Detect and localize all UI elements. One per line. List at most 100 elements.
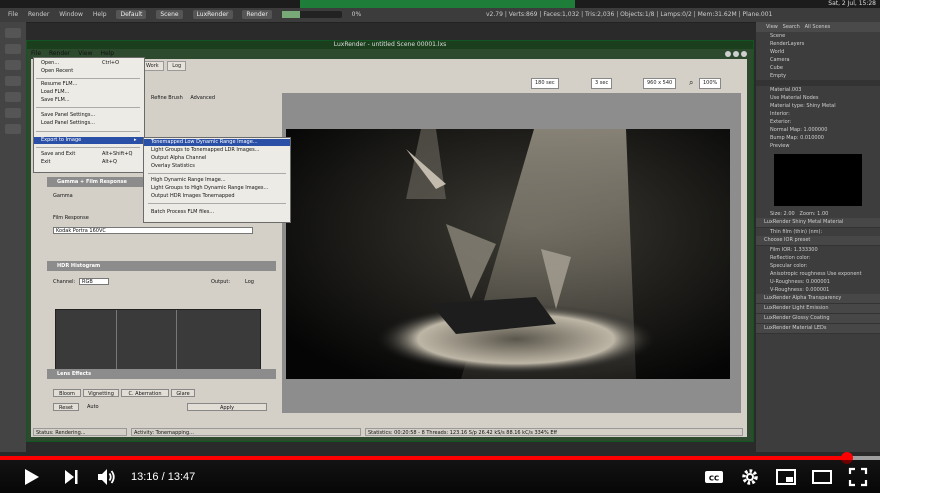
bump-map-field[interactable]: Bump Map: 0.010000 [756, 134, 880, 142]
ior-preset-button[interactable]: Choose IOR preset [756, 236, 880, 246]
outliner-item[interactable]: Scene [756, 32, 880, 40]
material-slot-name[interactable]: Material.003 [756, 86, 880, 94]
shiny-metal-panel-header[interactable]: LuxRender Shiny Metal Material [756, 218, 880, 228]
lux-panel-alpha[interactable]: LuxRender Alpha Transparency [756, 294, 880, 304]
volume-button[interactable] [95, 466, 117, 488]
film-ior-field[interactable]: Film IOR: 1.333300 [756, 246, 880, 254]
submenu-item-tonemapped-ldr[interactable]: Tonemapped Low Dynamic Range Image... [144, 139, 290, 146]
preview-label: Preview [770, 143, 790, 149]
lens-tab-vignetting[interactable]: Vignetting [83, 389, 119, 397]
outliner-item[interactable]: Empty [756, 72, 880, 80]
time-display: 13:16 / 13:47 [131, 460, 195, 493]
lens-tab-aberration[interactable]: C. Aberration [121, 389, 169, 397]
blender-menu-render[interactable]: Render [28, 11, 49, 18]
submenu-item-batch-process[interactable]: Batch Process FLM files... [144, 209, 290, 216]
fullscreen-button[interactable] [847, 466, 869, 488]
lux-panel-light-emission[interactable]: LuxRender Light Emission [756, 304, 880, 314]
menu-item-exit[interactable]: Exit Alt+Q [34, 159, 144, 166]
render-field[interactable]: Render [242, 10, 272, 19]
anisotropic-toggle[interactable]: Anisotropic roughness Use exponent [756, 270, 880, 278]
maximize-icon[interactable] [733, 51, 739, 57]
blender-menu-help[interactable]: Help [93, 11, 107, 18]
outliner-item[interactable]: World [756, 48, 880, 56]
menu-item-load-panel-settings[interactable]: Load Panel Settings... [34, 120, 144, 127]
render-progress-text: 0% [351, 11, 362, 18]
play-button[interactable] [20, 466, 42, 488]
menu-item-open[interactable]: Open... Ctrl+O [34, 60, 144, 67]
submenu-item-lightgroups-ldr[interactable]: Light Groups to Tonemapped LDR Images... [144, 147, 290, 154]
preview-size-zoom[interactable]: Size: 2.00 Zoom: 1.00 [756, 210, 880, 218]
lux-menu-view[interactable]: View [78, 50, 92, 57]
advanced-tab[interactable]: Advanced [190, 95, 215, 101]
submenu-item-alpha-channel[interactable]: Output Alpha Channel [144, 155, 290, 162]
lux-menu-render[interactable]: Render [49, 50, 70, 57]
channel-select[interactable]: RGB [79, 278, 109, 285]
outliner-item[interactable]: Cube [756, 64, 880, 72]
lens-tab-bloom[interactable]: Bloom [53, 389, 81, 397]
file-menu: Open... Ctrl+O Open Recent Resume FLM... … [33, 57, 145, 173]
apply-button[interactable]: Apply [187, 403, 267, 411]
menu-item-save-flm[interactable]: Save FLM... [34, 97, 144, 104]
time-separator: / [161, 471, 165, 483]
minimize-icon[interactable] [725, 51, 731, 57]
v-roughness-field[interactable]: V-Roughness: 0.000001 [756, 286, 880, 294]
halt-time-field[interactable]: 180 sec [531, 78, 559, 89]
tool-button[interactable] [5, 108, 21, 118]
tool-button[interactable] [5, 76, 21, 86]
submenu-item-overlay-statistics[interactable]: Overlay Statistics [144, 163, 290, 170]
video-player[interactable]: Sat, 2 Jul, 15:28 File Render Window Hel… [0, 0, 880, 493]
u-roughness-field[interactable]: U-Roughness: 0.000001 [756, 278, 880, 286]
film-response-select[interactable]: Kodak Portra 160VC [53, 227, 253, 234]
lux-menu-file[interactable]: File [31, 50, 41, 57]
settings-button[interactable] [739, 466, 761, 488]
tool-button[interactable] [5, 124, 21, 134]
statistics-field: Statistics: 00:20:58 - 8 Threads: 123.16… [365, 428, 743, 436]
blender-menu-file[interactable]: File [8, 11, 18, 18]
halt-passes-field[interactable]: 3 sec [591, 78, 613, 89]
screen-layout-field[interactable]: Default [116, 10, 147, 19]
normal-map-field[interactable]: Normal Map: 1.000000 [756, 126, 880, 134]
specular-color-field[interactable]: Specular color: [756, 262, 880, 270]
next-button[interactable] [60, 466, 82, 488]
tool-button[interactable] [5, 44, 21, 54]
menu-item-load-flm[interactable]: Load FLM... [34, 89, 144, 96]
lux-menu-help[interactable]: Help [100, 50, 114, 57]
closed-captions-icon: CC [705, 471, 723, 483]
lux-panel-glossy-coating[interactable]: LuxRender Glossy Coating [756, 314, 880, 324]
blender-menu-window[interactable]: Window [59, 11, 83, 18]
menu-item-resume-flm[interactable]: Resume FLM... [34, 81, 144, 88]
theater-mode-button[interactable] [811, 466, 833, 488]
tab-log[interactable]: Log [167, 61, 187, 71]
scene-field[interactable]: Scene [156, 10, 183, 19]
outliner-item[interactable]: Camera [756, 56, 880, 64]
menu-item-save-panel-settings[interactable]: Save Panel Settings... [34, 112, 144, 119]
refine-brush-tab[interactable]: Refine Brush [151, 95, 183, 101]
auto-checkbox-label[interactable]: Auto [87, 404, 99, 410]
luxrender-window-title: LuxRender - untitled Scene 00001.lxs [27, 41, 753, 49]
export-submenu: Tonemapped Low Dynamic Range Image... Li… [143, 137, 291, 223]
log-checkbox-label[interactable]: Log [245, 279, 254, 285]
render-engine-field[interactable]: LuxRender [192, 10, 233, 19]
menu-item-open-recent[interactable]: Open Recent [34, 68, 144, 75]
close-icon[interactable] [741, 51, 747, 57]
lens-effects-header[interactable]: Lens Effects [47, 369, 276, 379]
submenu-item-hdr-tonemapped[interactable]: Output HDR Images Tonemapped [144, 193, 290, 200]
tool-button[interactable] [5, 60, 21, 70]
outliner-item[interactable]: RenderLayers [756, 40, 880, 48]
lux-panel-material-leds[interactable]: LuxRender Material LEDs [756, 324, 880, 334]
reflection-color-field[interactable]: Reflection color: [756, 254, 880, 262]
tool-button[interactable] [5, 92, 21, 102]
miniplayer-button[interactable] [775, 466, 797, 488]
submenu-item-lightgroups-hdr[interactable]: Light Groups to High Dynamic Range Image… [144, 185, 290, 192]
zoom-icon[interactable]: ⌕ [689, 78, 693, 87]
lens-tab-glare[interactable]: Glare [171, 389, 195, 397]
menu-item-save-and-exit[interactable]: Save and Exit Alt+Shift+Q [34, 151, 144, 158]
menu-item-export-to-image[interactable]: Export to Image ▸ [34, 137, 144, 144]
thin-film-field[interactable]: Thin film (thin) (nm): [756, 228, 880, 236]
subtitles-button[interactable]: CC [703, 466, 725, 488]
use-nodes-button[interactable]: Use Material Nodes [756, 94, 880, 102]
reset-button[interactable]: Reset [53, 403, 79, 411]
tool-button[interactable] [5, 28, 21, 38]
hdr-histogram-header[interactable]: HDR Histogram [47, 261, 276, 271]
submenu-item-hdr-image[interactable]: High Dynamic Range Image... [144, 177, 290, 184]
